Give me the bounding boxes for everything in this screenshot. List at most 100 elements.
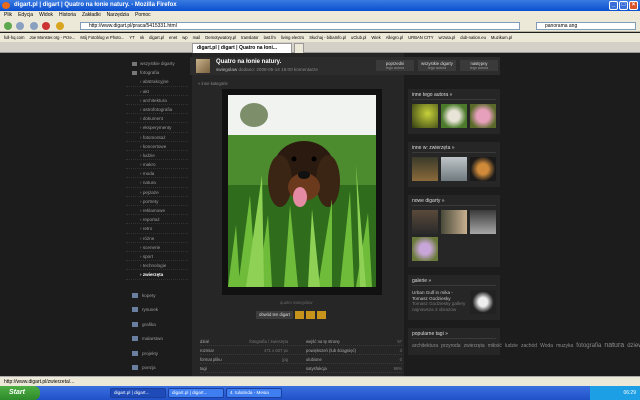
bookmark-item[interactable]: Wiek bbox=[371, 35, 380, 40]
breadcrumb[interactable]: « inne kategorie bbox=[198, 81, 228, 86]
sidebar-subitem[interactable]: › ludzie bbox=[126, 151, 188, 161]
bookmark-item[interactable]: translator bbox=[241, 35, 258, 40]
bookmark-item[interactable]: URBAN CITY bbox=[408, 35, 433, 40]
start-button[interactable]: Start bbox=[0, 386, 40, 400]
url-input[interactable]: http://www.digart.pl/praca/5415331.html bbox=[80, 22, 520, 30]
back-icon[interactable] bbox=[4, 22, 12, 30]
tab-new[interactable] bbox=[294, 43, 304, 53]
taskbar-item[interactable]: digart.pl | digart... bbox=[110, 388, 166, 398]
tab-digart[interactable]: digart.pl | digart | Quatro na łoni... bbox=[192, 43, 292, 53]
forward-icon[interactable] bbox=[16, 22, 24, 30]
thumbnail[interactable] bbox=[470, 210, 496, 234]
tag-link[interactable]: fotografia bbox=[576, 343, 601, 349]
sidebar-category[interactable]: malarstwo bbox=[126, 333, 188, 346]
sidebar-subitem[interactable]: › sport bbox=[126, 252, 188, 262]
sidebar-subitem[interactable]: › dokument bbox=[126, 114, 188, 124]
close-button[interactable]: × bbox=[629, 1, 638, 10]
sidebar-category[interactable]: poezja bbox=[126, 362, 188, 375]
author-link[interactable]: swiegolaw bbox=[216, 67, 237, 72]
menu-help[interactable]: Pomoc bbox=[135, 11, 151, 20]
tag-link[interactable]: dziewczyna bbox=[627, 343, 640, 349]
galleries-heading[interactable]: galerie » bbox=[412, 277, 496, 286]
bookmark-item[interactable]: Mój Fotoblog w Photo... bbox=[80, 35, 124, 40]
tag-link[interactable]: zwierzęta bbox=[464, 343, 485, 349]
sidebar-subitem[interactable]: › makro bbox=[126, 160, 188, 170]
download-icon[interactable] bbox=[305, 311, 315, 319]
avatar[interactable] bbox=[196, 59, 210, 73]
tag-link[interactable]: przyroda bbox=[441, 343, 460, 349]
sidebar-subitem[interactable]: › abstrakcyjne bbox=[126, 77, 188, 87]
bookmark-item[interactable]: digart.pl bbox=[149, 35, 164, 40]
bookmark-item[interactable]: Joe Monster.org - Prze... bbox=[29, 35, 75, 40]
sidebar-subitem[interactable]: › reportaż bbox=[126, 215, 188, 225]
reload-icon[interactable] bbox=[30, 22, 38, 30]
prev-button[interactable]: poprzedni tego autora bbox=[376, 60, 414, 71]
sidebar-subitem[interactable]: › technologie bbox=[126, 261, 188, 271]
share-button[interactable]: obwód ten digart bbox=[256, 311, 293, 319]
thumbnail[interactable] bbox=[441, 157, 467, 181]
thumbnail[interactable] bbox=[441, 210, 467, 234]
new-works-heading[interactable]: nowe digarty » bbox=[412, 197, 496, 206]
bookmark-item[interactable]: dub-nation.eu bbox=[460, 35, 486, 40]
sidebar-subitem[interactable]: › zwierzęta bbox=[126, 270, 188, 280]
bookmark-item[interactable]: full-hq.com bbox=[4, 35, 24, 40]
sidebar-subitem[interactable]: › różne bbox=[126, 234, 188, 243]
thumbnail[interactable] bbox=[441, 104, 467, 128]
sidebar-subitem[interactable]: › astrofotografia bbox=[126, 105, 188, 115]
sidebar-category[interactable]: kopety bbox=[126, 290, 188, 303]
bookmark-item[interactable]: Muzikum.pl bbox=[491, 35, 512, 40]
menu-edit[interactable]: Edycja bbox=[18, 11, 33, 20]
sidebar-subitem[interactable]: › pejzaże bbox=[126, 188, 188, 197]
tag-link[interactable]: natura bbox=[604, 342, 624, 349]
tag-link[interactable]: Woda bbox=[540, 343, 553, 349]
tag-link[interactable]: architektura bbox=[412, 343, 438, 349]
photo-dog-in-grass[interactable] bbox=[228, 95, 376, 287]
sidebar-subitem[interactable]: › moda bbox=[126, 169, 188, 179]
bookmark-item[interactable]: nk bbox=[140, 35, 144, 40]
taskbar-item[interactable]: digart.pl | digart... bbox=[168, 388, 224, 398]
home-icon[interactable] bbox=[56, 22, 64, 30]
thumbnail[interactable] bbox=[470, 157, 496, 181]
bookmark-item[interactable]: living electro bbox=[281, 35, 304, 40]
gallery-thumbnail[interactable] bbox=[470, 290, 496, 314]
menu-bookmarks[interactable]: Zakładki bbox=[82, 11, 101, 20]
bookmark-item[interactable]: enet bbox=[169, 35, 177, 40]
tag-link[interactable]: miłość bbox=[488, 343, 502, 349]
popular-tags-heading[interactable]: popularne tagi » bbox=[412, 330, 496, 339]
favorite-icon[interactable] bbox=[294, 311, 304, 319]
menu-history[interactable]: Historia bbox=[59, 11, 76, 20]
tag-link[interactable]: ludzie bbox=[505, 343, 518, 349]
sidebar-subitem[interactable]: › portrety bbox=[126, 197, 188, 206]
sidebar-item[interactable]: wszystkie digarty bbox=[126, 59, 188, 68]
report-icon[interactable] bbox=[316, 311, 326, 319]
bookmark-item[interactable]: uClub.pl bbox=[351, 35, 366, 40]
bookmark-item[interactable]: Demotywatory.pl bbox=[205, 35, 236, 40]
bookmark-item[interactable]: mail bbox=[193, 35, 201, 40]
thumbnail[interactable] bbox=[412, 237, 438, 261]
sidebar-subitem[interactable]: › retro bbox=[126, 224, 188, 234]
maximize-button[interactable]: □ bbox=[619, 1, 628, 10]
search-input[interactable]: panorama ang bbox=[536, 22, 636, 30]
all-works-button[interactable]: wszystkie digarty tego autora bbox=[418, 60, 456, 71]
gallery-title[interactable]: Urban Gulf in mika - Tomasz Godziesky bbox=[412, 290, 466, 301]
minimize-button[interactable]: _ bbox=[609, 1, 618, 10]
thumbnail[interactable] bbox=[470, 104, 496, 128]
sidebar-subitem[interactable]: › architektura bbox=[126, 96, 188, 105]
sidebar-item[interactable]: fotografia bbox=[126, 68, 188, 77]
menu-view[interactable]: Widok bbox=[39, 11, 53, 20]
sidebar-subitem[interactable]: › scenerie bbox=[126, 243, 188, 252]
bookmark-item[interactable]: wrzuta.pl bbox=[439, 35, 456, 40]
bookmark-item[interactable]: YT bbox=[129, 35, 134, 40]
sidebar-subitem[interactable]: › natura bbox=[126, 178, 188, 188]
sidebar-subitem[interactable]: › eksperymenty bbox=[126, 123, 188, 133]
thumbnail[interactable] bbox=[412, 157, 438, 181]
taskbar-item[interactable]: 4. tulatinda - Mesia bbox=[226, 388, 282, 398]
menu-tools[interactable]: Narzędzia bbox=[107, 11, 130, 20]
bookmark-item[interactable]: wp bbox=[182, 35, 187, 40]
more-in-category-heading[interactable]: inne w: zwierzęta » bbox=[412, 144, 496, 153]
next-button[interactable]: następny tego autora bbox=[460, 60, 498, 71]
sidebar-category[interactable]: rysunek bbox=[126, 304, 188, 317]
menu-file[interactable]: Plik bbox=[4, 11, 12, 20]
sidebar-subitem[interactable]: › koncertowe bbox=[126, 142, 188, 151]
thumbnail[interactable] bbox=[412, 210, 438, 234]
